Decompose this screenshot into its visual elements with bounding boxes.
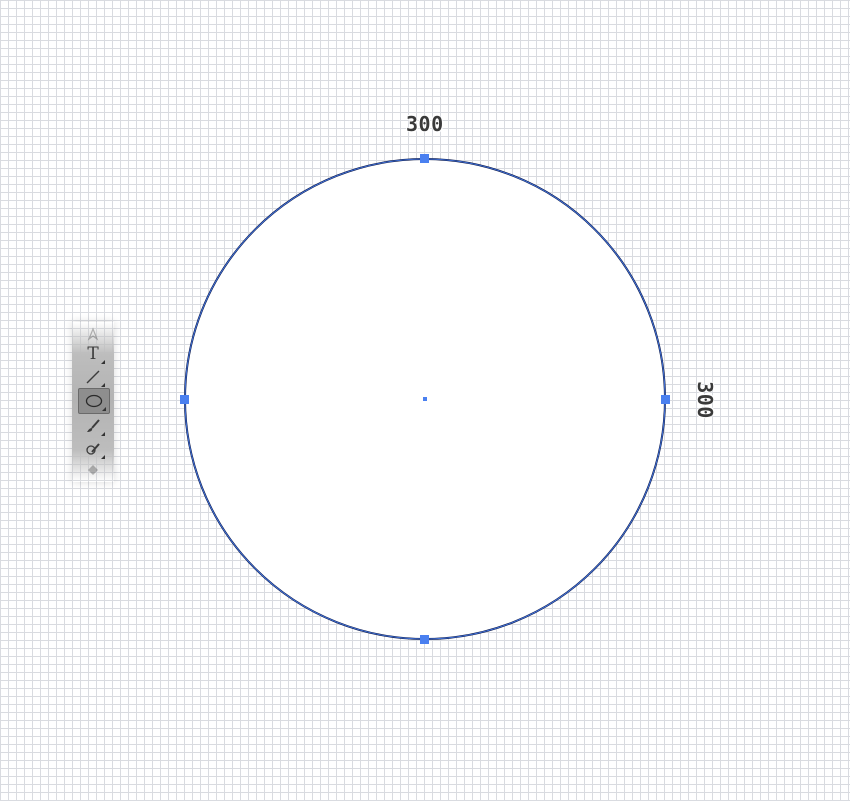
center-point[interactable] — [423, 397, 427, 401]
pen-icon — [87, 327, 99, 341]
width-dimension-label: 300 — [406, 112, 444, 136]
eraser-icon — [86, 443, 100, 455]
ellipse-tool[interactable] — [78, 388, 110, 414]
anchor-point-top[interactable] — [420, 154, 429, 163]
line-tool-flyout-indicator — [101, 383, 105, 387]
brush-tool[interactable] — [78, 414, 108, 438]
type-tool[interactable]: T — [78, 342, 108, 366]
height-dimension-label: 300 — [692, 381, 717, 419]
type-tool-flyout-indicator — [101, 360, 105, 364]
line-icon — [86, 370, 100, 384]
anchor-point-bottom[interactable] — [420, 635, 429, 644]
fill-tool[interactable] — [78, 458, 108, 482]
line-tool[interactable] — [78, 365, 108, 389]
ellipse-icon — [85, 394, 103, 408]
type-icon: T — [87, 344, 99, 364]
anchor-point-left[interactable] — [180, 395, 189, 404]
canvas[interactable]: 300 300 T — [0, 0, 850, 801]
brush-icon — [87, 419, 100, 432]
tools-panel: T — [72, 322, 114, 482]
fill-icon — [88, 465, 98, 475]
ellipse-tool-flyout-indicator — [102, 407, 106, 411]
anchor-point-right[interactable] — [661, 395, 670, 404]
brush-tool-flyout-indicator — [101, 432, 105, 436]
